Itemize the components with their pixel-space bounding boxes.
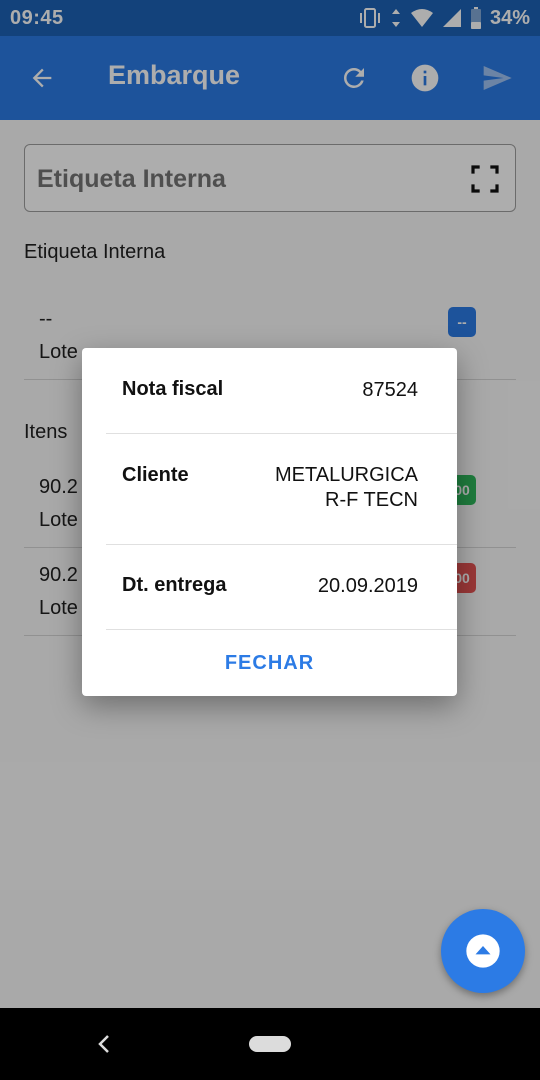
fechar-button[interactable]: FECHAR [82, 638, 457, 688]
system-nav-bar [0, 1008, 540, 1080]
nav-back-button[interactable] [90, 1030, 118, 1058]
details-dialog: Nota fiscal 87524 Cliente METALURGICA R-… [82, 348, 457, 696]
dt-entrega-label: Dt. entrega [122, 574, 227, 596]
home-pill-icon[interactable] [249, 1036, 291, 1052]
nota-fiscal-value: 87524 [362, 379, 418, 401]
nota-fiscal-label: Nota fiscal [122, 378, 224, 400]
cliente-value-line1: METALURGICA [275, 464, 418, 486]
cliente-value: METALURGICA R-F TECN [275, 463, 418, 513]
dt-entrega-value: 20.09.2019 [317, 575, 418, 597]
nav-back-icon [98, 1035, 109, 1053]
cliente-value-line2: R-F TECN [325, 489, 418, 511]
dialog-divider [106, 629, 457, 630]
cliente-label: Cliente [122, 464, 189, 486]
fab-overlay [441, 909, 525, 993]
